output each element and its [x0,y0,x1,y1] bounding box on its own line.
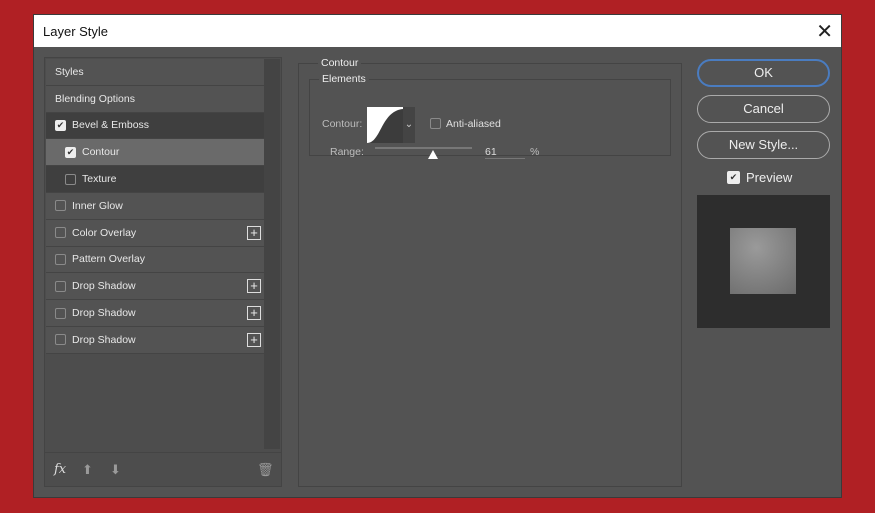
cancel-button[interactable]: Cancel [697,95,830,123]
elements-group: Elements Contour: ⌄ Anti-aliased Range: … [309,73,671,159]
item-label: Color Overlay [72,226,137,239]
checkbox[interactable] [55,280,66,292]
item-label: Pattern Overlay [72,253,145,266]
item-label: Inner Glow [72,199,123,212]
trash-icon[interactable]: 🗑 [257,462,274,478]
scrollbar[interactable] [264,59,280,449]
item-label: Blending Options [55,92,135,105]
item-drop-shadow[interactable]: Drop Shadow + [46,273,264,301]
add-icon[interactable]: + [247,225,261,240]
checkbox[interactable] [55,307,66,319]
range-slider[interactable] [375,147,472,149]
layer-style-dialog: Layer Style ✕ Styles Blending Options ✔ B… [33,14,842,498]
close-icon[interactable]: ✕ [816,19,833,44]
range-slider-handle[interactable] [428,150,438,159]
anti-aliased-checkbox[interactable] [430,118,441,129]
ok-button[interactable]: OK [697,59,830,87]
contour-thumbnail[interactable] [367,107,403,143]
contour-label: Contour: [322,118,363,130]
range-label: Range: [330,146,364,158]
item-bevel-emboss[interactable]: ✔ Bevel & Emboss [46,112,264,140]
range-input[interactable]: 61 [485,146,525,159]
item-label: Contour [82,146,120,159]
styles-panel: Styles Blending Options ✔ Bevel & Emboss … [44,57,282,487]
item-drop-shadow[interactable]: Drop Shadow + [46,326,264,354]
add-icon[interactable]: + [247,306,261,321]
item-blending-options[interactable]: Blending Options [46,85,264,113]
checkbox[interactable] [55,334,66,346]
preview-label: Preview [746,170,793,185]
panel-footer: fx ⬆ ⬇ 🗑 [45,452,281,486]
checkbox[interactable]: ✔ [55,119,66,131]
chevron-down-icon[interactable]: ⌄ [403,107,415,143]
item-color-overlay[interactable]: Color Overlay + [46,219,264,247]
preview-thumbnail [697,195,830,328]
checkbox[interactable] [65,173,76,185]
dialog-title: Layer Style [43,24,109,39]
item-styles[interactable]: Styles [46,59,264,86]
add-icon[interactable]: + [247,279,261,294]
group-title: Contour [318,57,362,69]
item-inner-glow[interactable]: Inner Glow [46,192,264,220]
item-label: Texture [82,173,117,186]
checkbox[interactable] [55,200,66,212]
move-up-icon[interactable]: ⬆ [82,462,93,478]
item-label: Drop Shadow [72,333,136,346]
item-label: Bevel & Emboss [72,119,150,132]
elements-title: Elements [319,73,369,85]
item-label: Styles [55,65,84,78]
fx-button[interactable]: fx [54,462,66,477]
preview-checkbox[interactable]: ✔ [727,171,740,184]
checkbox[interactable] [55,253,66,265]
new-style-button[interactable]: New Style... [697,131,830,159]
checkbox[interactable] [55,227,66,239]
checkbox[interactable]: ✔ [65,146,76,158]
add-icon[interactable]: + [247,332,261,347]
item-contour[interactable]: ✔ Contour [46,139,264,167]
item-pattern-overlay[interactable]: Pattern Overlay [46,246,264,274]
item-label: Drop Shadow [72,280,136,293]
anti-aliased-label: Anti-aliased [446,118,501,130]
move-down-icon[interactable]: ⬇ [110,462,121,478]
title-bar: Layer Style ✕ [34,15,841,47]
item-label: Drop Shadow [72,307,136,320]
item-texture[interactable]: Texture [46,166,264,193]
contour-panel: Contour Elements Contour: ⌄ Anti-aliased… [298,57,682,487]
item-drop-shadow[interactable]: Drop Shadow + [46,300,264,327]
range-unit: % [530,146,540,158]
